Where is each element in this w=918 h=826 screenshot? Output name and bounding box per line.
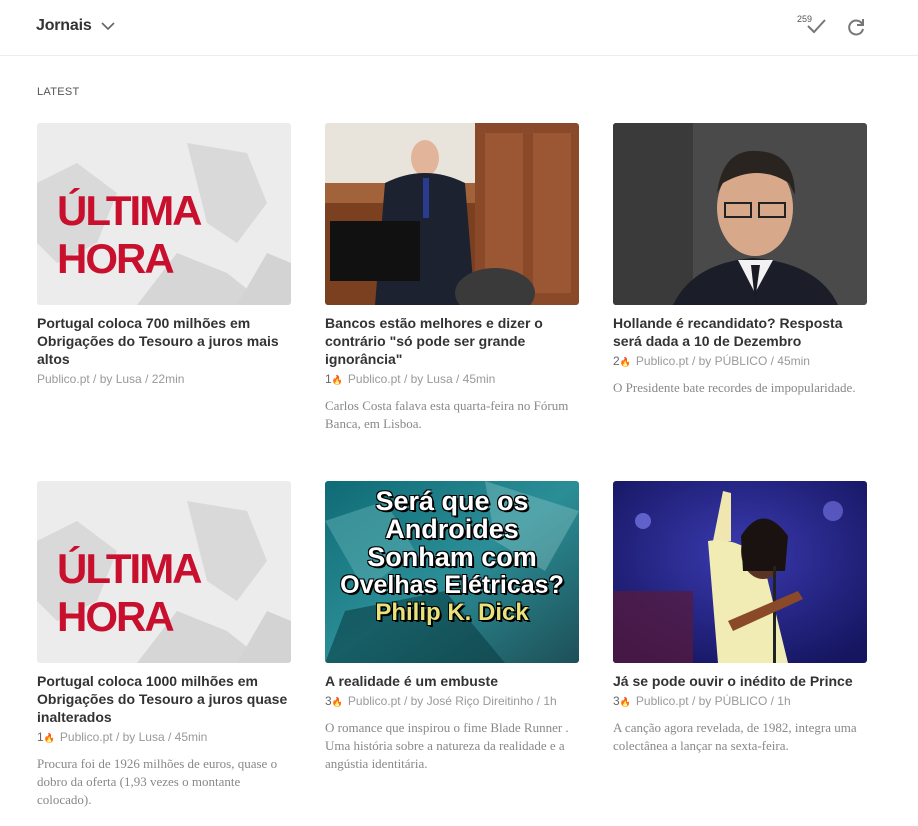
article-card[interactable]: ÚLTIMA HORA Portugal coloca 700 milhões … <box>37 123 291 386</box>
flame-icon: 🔥 <box>619 357 631 367</box>
article-thumbnail[interactable]: ÚLTIMA HORA <box>37 481 291 663</box>
article-meta: 2🔥 Publico.pt / by PÚBLICO / 45min <box>613 354 867 369</box>
thumbnail-author: Philip K. Dick <box>375 599 529 626</box>
article-card[interactable]: Bancos estão melhores e dizer o contrári… <box>325 123 579 433</box>
chevron-down-icon[interactable] <box>100 20 116 32</box>
article-card[interactable]: Hollande é recandidato? Resposta será da… <box>613 123 867 397</box>
article-source: Publico.pt / by José Riço Direitinho / 1… <box>347 694 557 708</box>
engagement-count: 3 <box>613 694 620 708</box>
article-summary: O romance que inspirou o fime Blade Runn… <box>325 720 569 771</box>
article-source: Publico.pt / by PÚBLICO / 1h <box>635 694 791 708</box>
thumbnail-headline: ÚLTIMA HORA <box>57 187 201 282</box>
engagement-count: 3 <box>325 694 332 708</box>
engagement-count: 1 <box>325 372 332 386</box>
article-meta: 1🔥 Publico.pt / by Lusa / 45min <box>325 372 579 387</box>
thumbnail-line: Sonham com <box>367 542 537 572</box>
article-meta: 1🔥 Publico.pt / by Lusa / 45min <box>37 730 291 745</box>
article-thumbnail[interactable] <box>613 123 867 305</box>
flame-icon: 🔥 <box>43 733 55 743</box>
article-meta: 3🔥 Publico.pt / by PÚBLICO / 1h <box>613 694 867 709</box>
feed-title[interactable]: Jornais <box>36 17 92 35</box>
article-title[interactable]: A realidade é um embuste <box>325 672 579 690</box>
flame-icon: 🔥 <box>619 697 631 707</box>
thumbnail-headline: ÚLTIMA HORA <box>57 545 201 640</box>
article-title[interactable]: Portugal coloca 1000 milhões em Obrigaçõ… <box>37 672 291 726</box>
article-title[interactable]: Hollande é recandidato? Resposta será da… <box>613 314 867 350</box>
thumbnail-line: Será que os <box>375 486 529 516</box>
article-source: Publico.pt / by Lusa / 45min <box>347 372 496 386</box>
article-thumbnail[interactable]: Será que os Androides Sonham com Ovelhas… <box>325 481 579 663</box>
article-card[interactable]: ÚLTIMA HORA Portugal coloca 1000 milhões… <box>37 481 291 809</box>
article-meta: 3🔥 Publico.pt / by José Riço Direitinho /… <box>325 694 579 709</box>
flame-icon: 🔥 <box>331 697 343 707</box>
article-card[interactable]: Já se pode ouvir o inédito de Prince 3🔥 P… <box>613 481 867 755</box>
thumbnail-line: Ovelhas Elétricas? <box>340 571 564 599</box>
article-card[interactable]: Será que os Androides Sonham com Ovelhas… <box>325 481 579 773</box>
engagement-count: 2 <box>613 354 620 368</box>
article-title[interactable]: Bancos estão melhores e dizer o contrári… <box>325 314 579 368</box>
article-summary: Procura foi de 1926 milhões de euros, qu… <box>37 756 278 807</box>
article-title[interactable]: Já se pode ouvir o inédito de Prince <box>613 672 867 690</box>
checkmark-icon[interactable] <box>804 15 828 37</box>
article-summary: A canção agora revelada, de 1982, integr… <box>613 720 857 753</box>
article-source: Publico.pt / by PÚBLICO / 45min <box>635 354 810 368</box>
article-source: Publico.pt / by Lusa / 22min <box>37 372 185 386</box>
top-bar: Jornais 259 <box>0 0 918 56</box>
article-thumbnail[interactable] <box>325 123 579 305</box>
engagement-count: 1 <box>37 730 44 744</box>
article-source: Publico.pt / by Lusa / 45min <box>59 730 208 744</box>
article-summary: O Presidente bate recordes de impopulari… <box>613 380 856 395</box>
refresh-icon[interactable] <box>845 16 867 38</box>
article-thumbnail[interactable] <box>613 481 867 663</box>
flame-icon: 🔥 <box>331 375 343 385</box>
section-label: LATEST <box>37 86 80 98</box>
thumbnail-line: Androides <box>385 514 519 544</box>
article-thumbnail[interactable]: ÚLTIMA HORA <box>37 123 291 305</box>
article-meta: Publico.pt / by Lusa / 22min <box>37 372 291 386</box>
article-title[interactable]: Portugal coloca 700 milhões em Obrigaçõe… <box>37 314 291 368</box>
thumbnail-book-title: Será que os Androides Sonham com Ovelhas… <box>325 487 579 627</box>
article-summary: Carlos Costa falava esta quarta-feira no… <box>325 398 569 431</box>
